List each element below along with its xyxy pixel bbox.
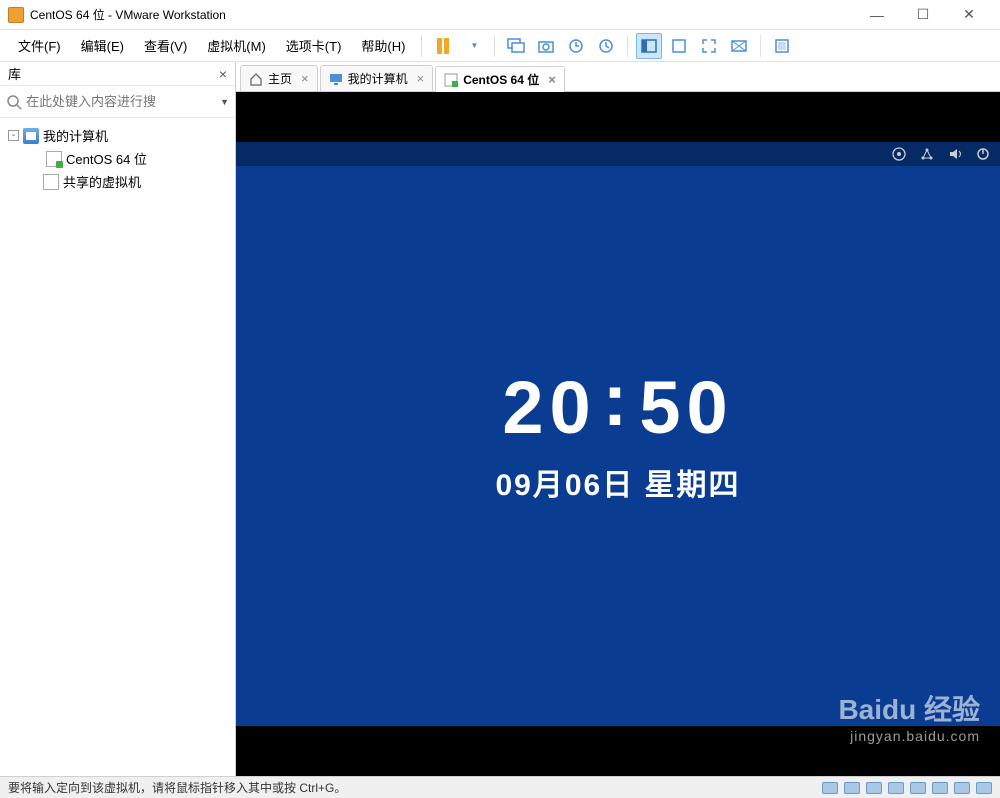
view-console-button[interactable]: [636, 33, 662, 59]
status-hint: 要将输入定向到该虚拟机，请将鼠标指针移入其中或按 Ctrl+G。: [8, 779, 346, 796]
sidebar-title: 库: [8, 64, 21, 83]
snapshot-revert-button[interactable]: [593, 33, 619, 59]
tree-node-my-computer[interactable]: - 我的计算机: [0, 124, 235, 147]
search-dropdown[interactable]: ▼: [220, 97, 229, 107]
device-display-icon[interactable]: [954, 782, 970, 794]
device-printer-icon[interactable]: [932, 782, 948, 794]
status-device-icons: [822, 782, 992, 794]
unity-button[interactable]: [726, 33, 752, 59]
snapshot-button[interactable]: [533, 33, 559, 59]
camera-icon: [537, 37, 555, 55]
tree-node-shared[interactable]: 共享的虚拟机: [0, 170, 235, 193]
tree-label: 共享的虚拟机: [63, 172, 141, 191]
clock-colon: :: [603, 357, 634, 442]
device-usb-icon[interactable]: [888, 782, 904, 794]
pause-icon: [437, 38, 449, 54]
guest-date: 09月06日 星期四: [495, 460, 740, 504]
power-icon[interactable]: [976, 147, 990, 161]
titlebar: CentOS 64 位 - VMware Workstation — ☐ ✕: [0, 0, 1000, 30]
tab-home[interactable]: 主页 ×: [240, 65, 318, 91]
status-bar: 要将输入定向到该虚拟机，请将鼠标指针移入其中或按 Ctrl+G。: [0, 776, 1000, 798]
separator: [494, 35, 495, 57]
device-misc-icon[interactable]: [976, 782, 992, 794]
sidebar-tree: - 我的计算机 CentOS 64 位 共享的虚拟机: [0, 118, 235, 199]
window-title: CentOS 64 位 - VMware Workstation: [30, 6, 854, 23]
network-icon[interactable]: [920, 147, 934, 161]
menu-edit[interactable]: 编辑(E): [71, 30, 134, 61]
main: 库 × ▼ - 我的计算机 CentOS 64 位 共享的虚拟机: [0, 62, 1000, 776]
monitor-icon: [507, 37, 525, 55]
menu-view[interactable]: 查看(V): [134, 30, 197, 61]
clock-revert-icon: [567, 37, 585, 55]
accessibility-icon[interactable]: [892, 147, 906, 161]
chevron-down-icon: ▼: [470, 41, 478, 50]
separator: [760, 35, 761, 57]
device-sound-icon[interactable]: [910, 782, 926, 794]
send-ctrl-alt-del-button[interactable]: [503, 33, 529, 59]
menu-help[interactable]: 帮助(H): [351, 30, 415, 61]
library-icon: [773, 37, 791, 55]
menu-vm[interactable]: 虚拟机(M): [197, 30, 276, 61]
tab-strip: 主页 × 我的计算机 × CentOS 64 位 ×: [236, 62, 1000, 92]
menu-tabs[interactable]: 选项卡(T): [276, 30, 352, 61]
tab-label: 主页: [268, 70, 292, 87]
power-dropdown[interactable]: ▼: [460, 33, 486, 59]
library-button[interactable]: [769, 33, 795, 59]
tab-close[interactable]: ×: [548, 72, 556, 87]
search-input[interactable]: [26, 94, 216, 109]
console-icon: [640, 37, 658, 55]
home-icon: [249, 72, 263, 86]
view-thumbnail-button[interactable]: [666, 33, 692, 59]
tree-label: CentOS 64 位: [66, 149, 147, 168]
thumbnail-icon: [670, 37, 688, 55]
fullscreen-icon: [700, 37, 718, 55]
fullscreen-button[interactable]: [696, 33, 722, 59]
sidebar-search: ▼: [0, 86, 235, 118]
monitor-icon: [329, 72, 343, 86]
maximize-button[interactable]: ☐: [900, 0, 946, 30]
tab-label: 我的计算机: [348, 70, 408, 87]
menu-file[interactable]: 文件(F): [8, 30, 71, 61]
clock-hours: 20: [502, 365, 596, 450]
vm-running-icon: [444, 73, 458, 87]
pause-button[interactable]: [430, 33, 456, 59]
close-button[interactable]: ✕: [946, 0, 992, 30]
guest-clock: 20 : 50: [502, 365, 733, 450]
search-icon: [6, 94, 22, 110]
tab-my-computer[interactable]: 我的计算机 ×: [320, 65, 434, 91]
separator: [627, 35, 628, 57]
separator: [421, 35, 422, 57]
shared-icon: [43, 174, 59, 190]
device-net-icon[interactable]: [866, 782, 882, 794]
menubar: 文件(F) 编辑(E) 查看(V) 虚拟机(M) 选项卡(T) 帮助(H) ▼: [0, 30, 1000, 62]
tree-node-centos[interactable]: CentOS 64 位: [0, 147, 235, 170]
minimize-button[interactable]: —: [854, 0, 900, 30]
vm-view[interactable]: 20 : 50 09月06日 星期四 Baidu 经验 jingyan.baid…: [236, 92, 1000, 776]
guest-topbar: [236, 142, 1000, 166]
tab-centos[interactable]: CentOS 64 位 ×: [435, 66, 565, 92]
clock-minutes: 50: [639, 365, 733, 450]
monitor-icon: [23, 128, 39, 144]
app-icon: [8, 7, 24, 23]
device-hdd-icon[interactable]: [822, 782, 838, 794]
tree-label: 我的计算机: [43, 126, 108, 145]
letterbox-top: [236, 92, 1000, 142]
sidebar: 库 × ▼ - 我的计算机 CentOS 64 位 共享的虚拟机: [0, 62, 236, 776]
vm-icon: [46, 151, 62, 167]
sidebar-close-button[interactable]: ×: [219, 66, 227, 82]
clock-icon: [597, 37, 615, 55]
content: 主页 × 我的计算机 × CentOS 64 位 ×: [236, 62, 1000, 776]
guest-desktop[interactable]: 20 : 50 09月06日 星期四: [236, 142, 1000, 726]
snapshot-manager-button[interactable]: [563, 33, 589, 59]
spacer: [28, 176, 39, 187]
tab-close[interactable]: ×: [417, 71, 425, 86]
collapse-icon[interactable]: -: [8, 130, 19, 141]
tab-close[interactable]: ×: [301, 71, 309, 86]
unity-icon: [730, 37, 748, 55]
tab-label: CentOS 64 位: [463, 71, 539, 88]
sidebar-header: 库 ×: [0, 62, 235, 86]
device-cd-icon[interactable]: [844, 782, 860, 794]
letterbox-bottom: [236, 726, 1000, 776]
volume-icon[interactable]: [948, 147, 962, 161]
